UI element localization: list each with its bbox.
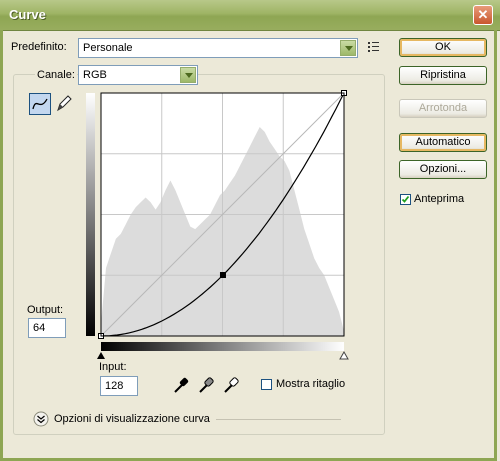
chevron-down-icon: [180, 67, 196, 83]
smooth-button[interactable]: Arrotonda: [399, 99, 487, 118]
channel-select[interactable]: RGB: [78, 65, 198, 85]
reset-button[interactable]: Ripristina: [399, 66, 487, 85]
curve-display-options-label: Opzioni di visualizzazione curva: [54, 413, 210, 425]
divider: [216, 419, 341, 420]
output-field[interactable]: 64: [28, 318, 66, 338]
preset-menu-icon[interactable]: [367, 41, 381, 53]
output-value: 64: [33, 322, 46, 334]
eyedropper-black-icon[interactable]: [172, 376, 190, 394]
preview-checkbox[interactable]: [400, 194, 411, 205]
expand-button[interactable]: [33, 411, 49, 427]
input-value: 128: [105, 380, 124, 392]
input-label: Input:: [99, 361, 127, 373]
options-button[interactable]: Opzioni...: [399, 160, 487, 179]
preset-value: Personale: [83, 42, 133, 54]
black-slider-handle[interactable]: [97, 352, 105, 359]
eyedropper-gray-icon[interactable]: [197, 376, 215, 394]
auto-button[interactable]: Automatico: [399, 133, 487, 152]
curve-tool-icon: [32, 98, 48, 110]
output-label: Output:: [27, 304, 64, 316]
show-clipping-checkbox[interactable]: [261, 379, 272, 390]
channel-label: Canale:: [35, 69, 77, 81]
preset-select[interactable]: Personale: [78, 38, 358, 58]
channel-value: RGB: [83, 69, 107, 81]
close-icon: ✕: [477, 7, 489, 22]
output-gradient-bar: [86, 93, 95, 336]
close-button[interactable]: ✕: [473, 5, 493, 25]
pencil-icon[interactable]: [54, 93, 74, 113]
white-slider-handle[interactable]: [339, 350, 349, 360]
show-clipping-label: Mostra ritaglio: [276, 378, 346, 390]
checkmark-icon: [401, 195, 410, 203]
chevron-down-icon: [340, 40, 356, 56]
curve-graph[interactable]: [86, 90, 356, 362]
eyedropper-white-icon[interactable]: [222, 376, 240, 394]
preset-label: Predefinito:: [11, 41, 67, 53]
title-bar: Curve ✕: [0, 0, 500, 31]
window-title: Curve: [9, 7, 46, 22]
preview-label: Anteprima: [414, 193, 465, 205]
curve-point[interactable]: [219, 272, 226, 279]
ok-button[interactable]: OK: [399, 38, 487, 57]
curve-tool-button[interactable]: [29, 93, 51, 115]
input-field[interactable]: 128: [100, 376, 138, 396]
input-gradient-bar: [101, 342, 344, 351]
